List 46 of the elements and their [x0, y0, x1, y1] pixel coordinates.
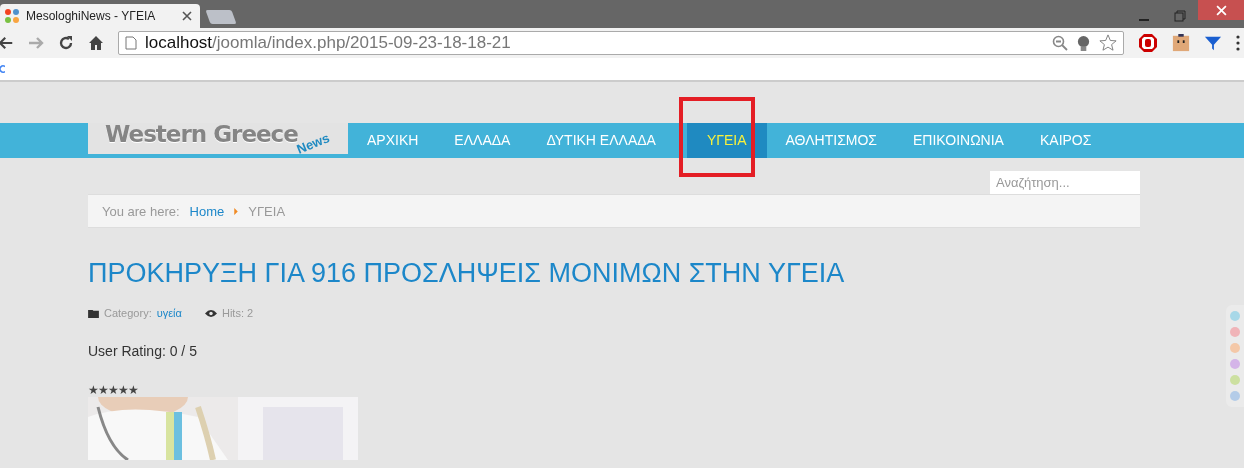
- color-dot[interactable]: [1230, 327, 1240, 337]
- color-dot[interactable]: [1230, 359, 1240, 369]
- eye-icon: [204, 308, 217, 318]
- rating-stars[interactable]: ★★★★★: [88, 383, 1140, 397]
- menu-icon[interactable]: [1236, 35, 1240, 51]
- nav-link[interactable]: ΥΓΕΙΑ: [686, 123, 767, 158]
- new-tab-button[interactable]: [205, 10, 237, 24]
- color-dot[interactable]: [1230, 311, 1240, 321]
- tab-title: MesologhiNews - ΥΓΕΙΑ: [26, 9, 157, 23]
- nav-link[interactable]: ΕΠΙΚΟΙΝΩΝΙΑ: [896, 123, 1021, 158]
- address-bar[interactable]: localhost/joomla/index.php/2015-09-23-18-18-21: [118, 31, 1124, 55]
- face-icon[interactable]: [1172, 34, 1190, 52]
- color-dot[interactable]: [1230, 375, 1240, 385]
- zoom-out-icon[interactable]: [1052, 35, 1068, 51]
- hits-count: Hits: 2: [221, 307, 254, 319]
- page-icon: [125, 36, 137, 50]
- nav-link[interactable]: ΑΘΛΗΤΙΣΜΟΣ: [768, 123, 894, 158]
- reload-icon[interactable]: [58, 35, 74, 51]
- article-title[interactable]: ΠΡΟΚΗΡΥΞΗ ΓΙΑ 916 ΠΡΟΣΛΗΨΕΙΣ ΜΟΝΙΜΩΝ ΣΤΗΝ ΥΓΕΙΑ: [88, 258, 1140, 289]
- forward-icon[interactable]: [28, 35, 44, 51]
- close-icon[interactable]: [182, 11, 192, 21]
- url-text: localhost/joomla/index.php/2015-09-23-18-18-21: [145, 33, 511, 53]
- star-icon[interactable]: [1099, 34, 1117, 52]
- funnel-icon[interactable]: [1204, 34, 1222, 52]
- restore-icon[interactable]: [1174, 10, 1186, 22]
- breadcrumb-label: You are here:: [102, 203, 180, 219]
- breadcrumb-link[interactable]: Home: [189, 203, 225, 219]
- color-dot[interactable]: [1230, 391, 1240, 401]
- breadcrumb-arrow-icon: [234, 207, 239, 215]
- folder-icon: [88, 308, 99, 318]
- user-rating: User Rating: 0 / 5: [88, 343, 198, 359]
- back-icon[interactable]: [0, 35, 14, 51]
- breadcrumb-current: ΥΓΕΙΑ: [248, 203, 286, 219]
- category-link[interactable]: υγεία: [156, 307, 182, 319]
- nav-link[interactable]: ΑΡΧΙΚΗ: [350, 123, 436, 158]
- nav-link[interactable]: ΕΛΛΑΔΑ: [437, 123, 528, 158]
- nav-link[interactable]: ΚΑΙΡΟΣ: [1022, 123, 1109, 158]
- color-dot[interactable]: [1230, 343, 1240, 353]
- category-label: Category:: [104, 307, 152, 319]
- search-field[interactable]: Αναζήτηση...: [990, 171, 1140, 194]
- home-icon[interactable]: [88, 35, 104, 51]
- close-icon: [1215, 4, 1227, 16]
- browser-tab[interactable]: MesologhiNews - ΥΓΕΙΑ: [0, 4, 200, 28]
- close-button[interactable]: [1198, 0, 1244, 20]
- nav-link[interactable]: ΔΥΤΙΚΗ ΕΛΛΑΔΑ: [529, 123, 673, 158]
- lightbulb-icon[interactable]: [1076, 34, 1091, 52]
